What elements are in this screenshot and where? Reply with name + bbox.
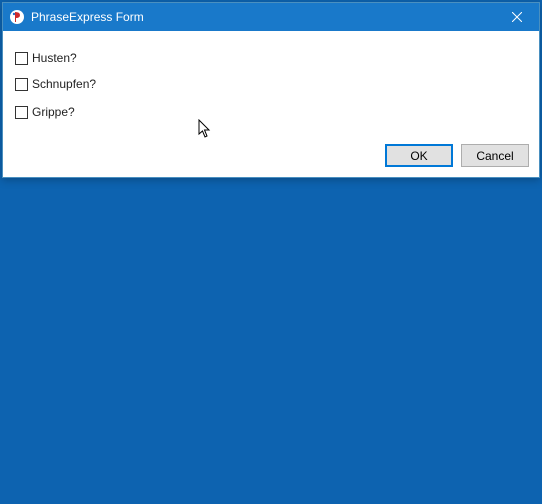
checkbox-husten[interactable]: [15, 52, 28, 65]
dialog-window: PhraseExpress Form Husten? Schnupfen? Gr…: [2, 2, 540, 178]
checkbox-grippe[interactable]: [15, 106, 28, 119]
dialog-content: Husten? Schnupfen? Grippe?: [3, 31, 539, 133]
app-icon: [9, 9, 25, 25]
checkbox-row: Husten?: [15, 45, 527, 71]
checkbox-label[interactable]: Grippe?: [32, 105, 75, 119]
cancel-button[interactable]: Cancel: [461, 144, 529, 167]
close-button[interactable]: [494, 3, 539, 31]
checkbox-schnupfen[interactable]: [15, 78, 28, 91]
checkbox-label[interactable]: Schnupfen?: [32, 77, 96, 91]
window-title: PhraseExpress Form: [31, 10, 494, 24]
ok-button[interactable]: OK: [385, 144, 453, 167]
titlebar[interactable]: PhraseExpress Form: [3, 3, 539, 31]
checkbox-row: Schnupfen?: [15, 71, 527, 97]
checkbox-label[interactable]: Husten?: [32, 51, 77, 65]
close-icon: [512, 12, 522, 22]
button-row: OK Cancel: [385, 144, 529, 167]
checkbox-row: Grippe?: [15, 99, 527, 125]
